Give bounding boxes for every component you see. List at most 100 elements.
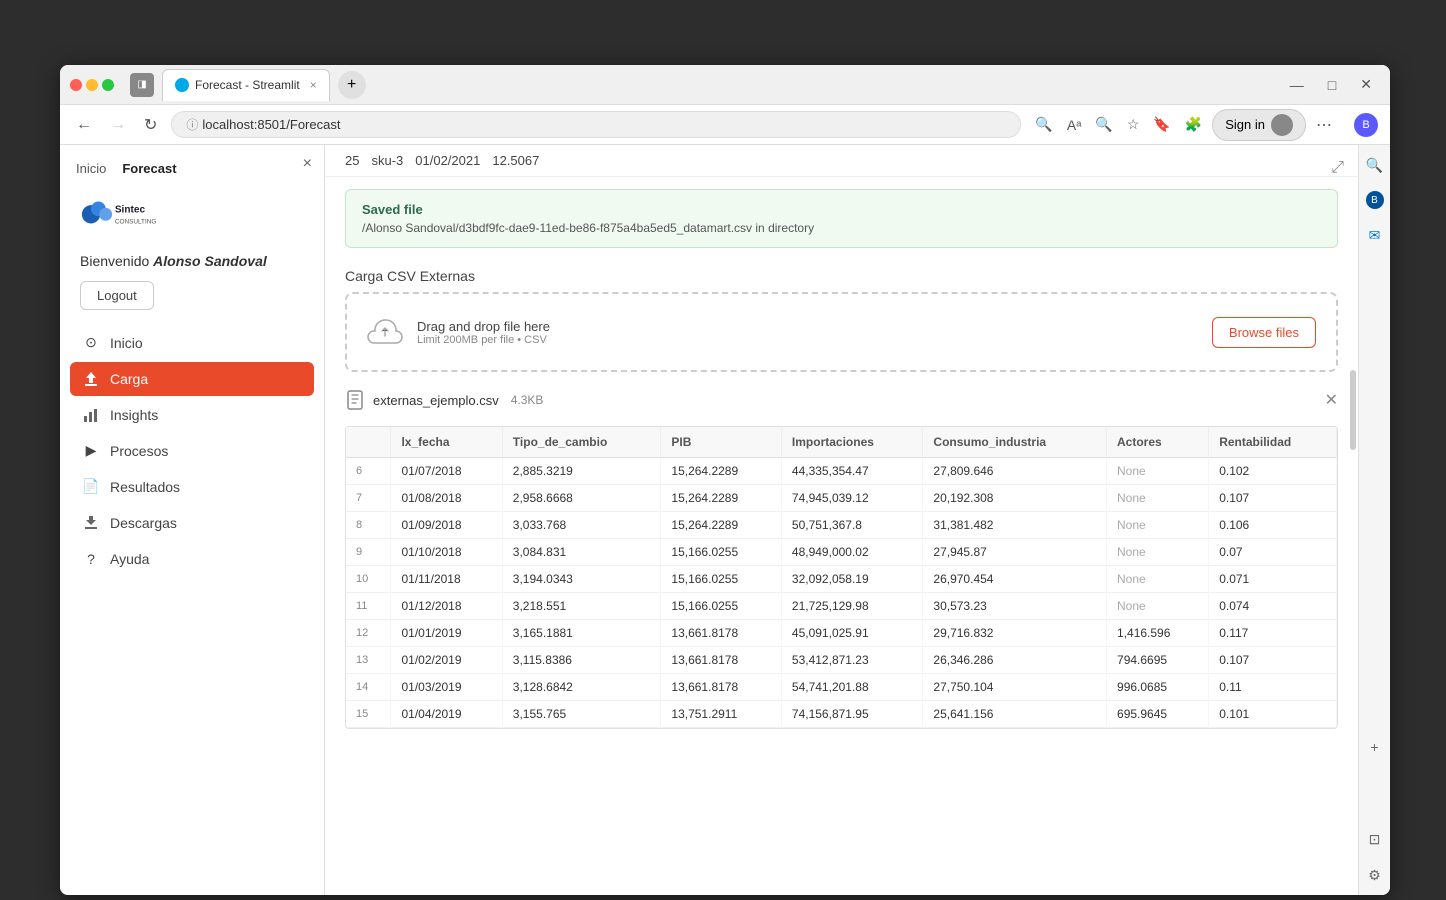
- table-row: 901/10/20183,084.83115,166.025548,949,00…: [346, 539, 1337, 566]
- table-cell-6: 996.0685: [1107, 674, 1209, 701]
- right-panel: 🔍 B ✉ + ⊡ ⚙: [1358, 145, 1390, 895]
- collections-button[interactable]: 🔖: [1149, 112, 1174, 137]
- ayuda-icon: ?: [82, 550, 100, 568]
- table-cell-1: 01/10/2018: [391, 539, 502, 566]
- sidebar-item-resultados[interactable]: 📄 Resultados: [70, 470, 314, 504]
- insights-icon: [82, 406, 100, 424]
- saved-file-path: /Alonso Sandoval/d3bdf9fc-dae9-11ed-be86…: [362, 221, 1321, 235]
- reload-button[interactable]: ↻: [140, 111, 161, 139]
- row25-number: 25: [345, 153, 359, 168]
- table-cell-5: 26,346.286: [923, 647, 1107, 674]
- right-bing-icon[interactable]: B: [1366, 191, 1384, 209]
- logout-button[interactable]: Logout: [80, 281, 154, 310]
- sidebar-nav-forecast[interactable]: Forecast: [122, 161, 176, 176]
- table-cell-7: 0.107: [1209, 485, 1337, 512]
- drag-drop-text: Drag and drop file here: [417, 319, 550, 334]
- sidebar-item-inicio[interactable]: ⊙ Inicio: [70, 326, 314, 360]
- sign-in-button[interactable]: Sign in: [1212, 109, 1306, 141]
- table-cell-2: 3,155.765: [502, 701, 661, 728]
- table-row: 1501/04/20193,155.76513,751.291174,156,8…: [346, 701, 1337, 728]
- table-body: 601/07/20182,885.321915,264.228944,335,3…: [346, 458, 1337, 728]
- table-cell-7: 0.101: [1209, 701, 1337, 728]
- sidebar-item-ayuda[interactable]: ? Ayuda: [70, 542, 314, 576]
- col-pib: PIB: [661, 427, 782, 458]
- procesos-icon: ▶: [82, 442, 100, 460]
- right-mail-icon[interactable]: ✉: [1365, 225, 1385, 245]
- svg-text:Sintec: Sintec: [115, 204, 146, 215]
- url-text[interactable]: localhost:8501/Forecast: [202, 117, 340, 132]
- new-tab-button[interactable]: +: [338, 71, 366, 99]
- file-remove-icon[interactable]: ✕: [1325, 390, 1338, 410]
- sidebar-item-carga[interactable]: Carga: [70, 362, 314, 396]
- table-cell-4: 50,751,367.8: [781, 512, 923, 539]
- table-cell-1: 01/01/2019: [391, 620, 502, 647]
- right-layout-icon[interactable]: ⊡: [1365, 829, 1385, 849]
- read-aloud-button[interactable]: Aᵃ: [1063, 113, 1086, 137]
- row25-value: 12.5067: [492, 153, 539, 168]
- zoom-button[interactable]: 🔍: [1091, 112, 1116, 137]
- table-cell-1: 01/07/2018: [391, 458, 502, 485]
- upload-section-label: Carga CSV Externas: [325, 260, 1358, 292]
- right-search-icon[interactable]: 🔍: [1365, 155, 1385, 175]
- sidebar-item-descargas[interactable]: Descargas: [70, 506, 314, 540]
- col-tipo-cambio: Tipo_de_cambio: [502, 427, 661, 458]
- col-index: [346, 427, 391, 458]
- table-row: 1301/02/20193,115.838613,661.817853,412,…: [346, 647, 1337, 674]
- close-button[interactable]: ✕: [1352, 74, 1380, 95]
- right-add-icon[interactable]: +: [1365, 737, 1385, 757]
- resultados-icon: 📄: [82, 478, 100, 496]
- table-cell-5: 31,381.482: [923, 512, 1107, 539]
- drop-zone[interactable]: Drag and drop file here Limit 200MB per …: [345, 292, 1338, 372]
- table-cell-6: None: [1107, 593, 1209, 620]
- table-row: 1401/03/20193,128.684213,661.817854,741,…: [346, 674, 1337, 701]
- sidebar-item-procesos[interactable]: ▶ Procesos: [70, 434, 314, 468]
- back-button[interactable]: ←: [72, 112, 96, 138]
- bing-copilot-icon[interactable]: B: [1354, 113, 1378, 137]
- forward-button[interactable]: →: [106, 112, 130, 138]
- table-cell-4: 54,741,201.88: [781, 674, 923, 701]
- descargas-icon: [82, 514, 100, 532]
- sidebar-item-insights[interactable]: Insights: [70, 398, 314, 432]
- sidebar-label-descargas: Descargas: [110, 515, 177, 531]
- sidebar-label-procesos: Procesos: [110, 443, 168, 459]
- more-options-button[interactable]: ⋯: [1312, 111, 1336, 139]
- sidebar-nav-inicio[interactable]: Inicio: [76, 161, 106, 176]
- expand-icon[interactable]: ⤢: [1331, 159, 1344, 177]
- table-cell-1: 01/03/2019: [391, 674, 502, 701]
- table-cell-5: 27,809.646: [923, 458, 1107, 485]
- table-cell-3: 13,751.2911: [661, 701, 782, 728]
- right-settings-icon[interactable]: ⚙: [1365, 865, 1385, 885]
- search-browser-button[interactable]: 🔍: [1031, 112, 1056, 137]
- tab-close-icon[interactable]: ×: [310, 78, 317, 92]
- welcome-text: Bienvenido Alonso Sandoval: [60, 245, 324, 281]
- table-cell-4: 21,725,129.98: [781, 593, 923, 620]
- table-cell-0: 15: [346, 701, 391, 728]
- tab-favicon: [175, 78, 189, 92]
- maximize-button[interactable]: □: [1320, 75, 1344, 95]
- sidebar-close-icon[interactable]: ×: [303, 155, 312, 173]
- extensions-button[interactable]: 🧩: [1181, 112, 1206, 137]
- favorites-button[interactable]: ☆: [1123, 112, 1144, 137]
- scrollbar[interactable]: [1350, 370, 1356, 450]
- sidebar-label-ayuda: Ayuda: [110, 551, 149, 567]
- table-cell-7: 0.107: [1209, 647, 1337, 674]
- table-cell-0: 14: [346, 674, 391, 701]
- table-cell-6: None: [1107, 566, 1209, 593]
- table-cell-0: 6: [346, 458, 391, 485]
- file-name: externas_ejemplo.csv: [373, 393, 499, 408]
- browse-files-button[interactable]: Browse files: [1212, 317, 1316, 348]
- table-cell-7: 0.07: [1209, 539, 1337, 566]
- file-limit-text: Limit 200MB per file • CSV: [417, 334, 550, 346]
- browser-content: × Inicio Forecast Sintec CONSULTING Bien…: [60, 145, 1390, 895]
- table-cell-6: 695.9645: [1107, 701, 1209, 728]
- table-cell-1: 01/04/2019: [391, 701, 502, 728]
- active-tab[interactable]: Forecast - Streamlit ×: [162, 69, 330, 101]
- table-cell-3: 15,264.2289: [661, 512, 782, 539]
- table-cell-7: 0.11: [1209, 674, 1337, 701]
- table-row: 601/07/20182,885.321915,264.228944,335,3…: [346, 458, 1337, 485]
- sintec-logo: Sintec CONSULTING: [80, 196, 190, 233]
- table-cell-2: 2,958.6668: [502, 485, 661, 512]
- table-cell-6: None: [1107, 458, 1209, 485]
- row25-line: 25 sku-3 01/02/2021 12.5067: [325, 145, 1358, 177]
- minimize-button[interactable]: —: [1282, 75, 1312, 95]
